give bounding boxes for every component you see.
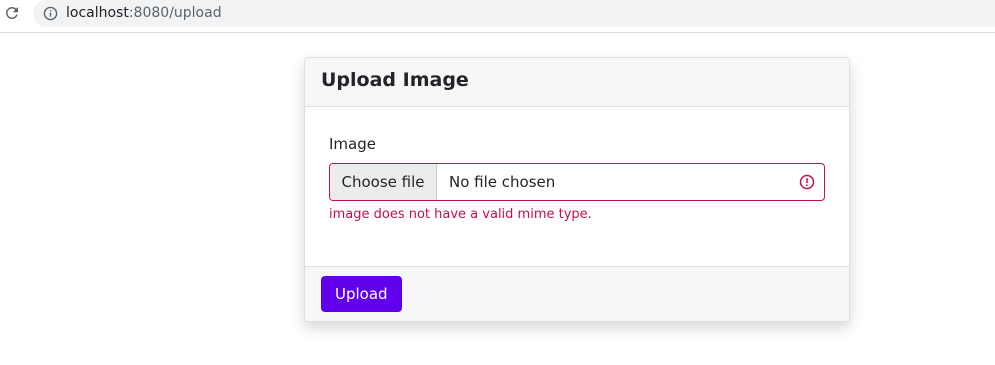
url-text[interactable]: localhost:8080/upload: [66, 4, 222, 22]
reload-icon[interactable]: [3, 4, 21, 22]
upload-button[interactable]: Upload: [321, 276, 402, 312]
info-icon[interactable]: [43, 6, 58, 21]
page-title: Upload Image: [321, 69, 469, 91]
error-circle-icon: [799, 174, 815, 190]
browser-address-bar: localhost:8080/upload: [0, 0, 995, 33]
image-file-input[interactable]: Choose file No file chosen: [329, 163, 825, 201]
url-path: :8080/upload: [128, 5, 222, 21]
file-status-text: No file chosen: [449, 173, 556, 191]
card-header: Upload Image: [305, 58, 849, 107]
choose-file-button[interactable]: Choose file: [330, 164, 437, 200]
upload-card: Upload Image Image Choose file No file c…: [304, 57, 850, 322]
card-footer: Upload: [305, 266, 849, 321]
url-bar[interactable]: localhost:8080/upload: [33, 0, 995, 27]
image-field-label: Image: [329, 135, 376, 153]
validation-error-message: image does not have a valid mime type.: [329, 207, 592, 222]
url-host: localhost: [66, 5, 129, 21]
